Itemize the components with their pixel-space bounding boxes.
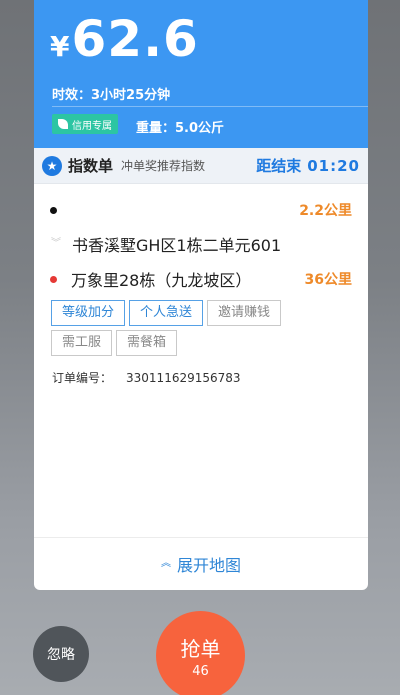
tag-level-bonus: 等级加分 bbox=[51, 300, 126, 326]
ignore-label: 忽略 bbox=[47, 647, 75, 663]
expand-map-label: 展开地图 bbox=[176, 556, 241, 575]
time-limit: 时效：3小时25分钟 bbox=[52, 88, 171, 103]
grab-label: 抢单 bbox=[180, 636, 221, 661]
chevron-up-icon: ︽ bbox=[160, 558, 171, 569]
tag-invite-earn: 邀请赚钱 bbox=[207, 300, 282, 326]
badge-icon: ★ bbox=[42, 155, 62, 176]
waypoint-address: 书香溪墅GH区1栋二单元601 bbox=[72, 236, 282, 255]
tag-food-box-required: 需餐箱 bbox=[116, 330, 178, 356]
order-number: 订单编号： 330111629156783 bbox=[52, 369, 241, 386]
grab-count: 46 bbox=[192, 663, 209, 679]
order-number-label: 订单编号： bbox=[52, 371, 113, 385]
countdown-label: 距结束 bbox=[256, 157, 302, 175]
dropoff-address: 万象里28栋（九龙坡区） bbox=[71, 271, 252, 290]
dropoff-distance: 36公里 bbox=[304, 272, 352, 288]
order-number-value: 330111629156783 bbox=[126, 371, 241, 385]
index-subtitle: 冲单奖推荐指数 bbox=[121, 159, 206, 173]
order-header: ¥ 62.6 时效：3小时25分钟 信用专属 重量：5.0公斤 bbox=[34, 0, 368, 148]
order-card[interactable]: ¥ 62.6 时效：3小时25分钟 信用专属 重量：5.0公斤 ★ 指数单 冲单… bbox=[34, 0, 368, 590]
credit-exclusive-badge: 信用专属 bbox=[52, 114, 118, 134]
chevron-down-icon: ︾ bbox=[51, 238, 61, 249]
currency-symbol: ¥ bbox=[50, 30, 70, 63]
waypoint-row: ︾ 书香溪墅GH区1栋二单元601 bbox=[50, 232, 352, 256]
expand-map-button[interactable]: ︽ 展开地图 bbox=[34, 537, 368, 590]
pickup-distance: 2.2公里 bbox=[299, 203, 352, 219]
leaf-icon bbox=[58, 119, 68, 129]
tag-personal-express: 个人急送 bbox=[129, 300, 204, 326]
countdown-timer: 01:20 bbox=[307, 156, 360, 175]
index-bar: ★ 指数单 冲单奖推荐指数 距结束 01:20 bbox=[34, 148, 368, 184]
pickup-dot-icon bbox=[50, 206, 57, 214]
dropoff-row: 万象里28栋（九龙坡区） 36公里 bbox=[50, 267, 352, 291]
header-divider bbox=[52, 106, 368, 107]
pickup-row: 2.2公里 bbox=[50, 200, 352, 220]
tag-uniform-required: 需工服 bbox=[51, 330, 113, 356]
dropoff-dot-icon bbox=[50, 275, 57, 283]
weight: 重量：5.0公斤 bbox=[136, 121, 225, 136]
order-tags: 等级加分 个人急送 邀请赚钱需工服 需餐箱 bbox=[51, 300, 351, 360]
grab-order-button[interactable]: 抢单 46 bbox=[156, 611, 245, 695]
ignore-button[interactable]: 忽略 bbox=[33, 626, 89, 682]
credit-badge-label: 信用专属 bbox=[72, 120, 112, 132]
price: ¥ 62.6 bbox=[50, 8, 199, 70]
index-title: 指数单 bbox=[68, 157, 114, 175]
price-amount: 62.6 bbox=[71, 10, 199, 68]
